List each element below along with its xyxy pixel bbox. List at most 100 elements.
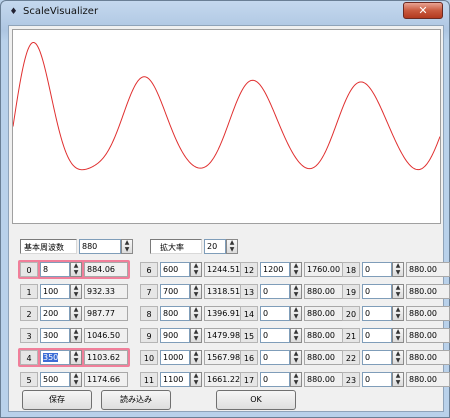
load-button[interactable]: 読み込み	[101, 390, 171, 410]
row-value-text: 0	[365, 287, 371, 296]
spin-down-icon[interactable]: ▼	[191, 314, 201, 320]
base-freq-spinner[interactable]: ▲ ▼	[121, 239, 133, 254]
row-value-spinner[interactable]: ▲ ▼	[70, 372, 82, 387]
spin-down-icon[interactable]: ▼	[291, 358, 301, 364]
row-value-spinner[interactable]: ▲ ▼	[392, 328, 404, 343]
row-value-input[interactable]: 800	[160, 306, 190, 321]
app-icon: ♦	[9, 7, 18, 17]
spin-down-icon[interactable]: ▼	[291, 270, 301, 276]
spin-down-icon[interactable]: ▼	[71, 358, 81, 364]
spin-down-icon[interactable]: ▼	[191, 270, 201, 276]
spin-down-icon[interactable]: ▼	[227, 247, 237, 253]
row-value-text: 0	[365, 309, 371, 318]
row-value-input[interactable]: 0	[362, 372, 392, 387]
row-index-label: 17	[240, 372, 258, 387]
row-value-input[interactable]: 500	[40, 372, 70, 387]
spin-down-icon[interactable]: ▼	[291, 380, 301, 386]
row-value-input[interactable]: 350	[40, 350, 70, 365]
row-value-spinner[interactable]: ▲ ▼	[70, 350, 82, 365]
row-index-label: 6	[140, 262, 158, 277]
row-index-label: 19	[342, 284, 360, 299]
spin-down-icon[interactable]: ▼	[393, 358, 403, 364]
row-value-spinner[interactable]: ▲ ▼	[290, 262, 302, 277]
ok-button[interactable]: OK	[216, 390, 296, 410]
row-value-input[interactable]: 0	[362, 284, 392, 299]
close-icon: ✕	[418, 4, 428, 17]
row-value-spinner[interactable]: ▲ ▼	[290, 372, 302, 387]
row-value-input[interactable]: 600	[160, 262, 190, 277]
row-value-spinner[interactable]: ▲ ▼	[190, 350, 202, 365]
spin-down-icon[interactable]: ▼	[393, 336, 403, 342]
row-value-input[interactable]: 1200	[260, 262, 290, 277]
spin-down-icon[interactable]: ▼	[393, 380, 403, 386]
row-value-spinner[interactable]: ▲ ▼	[190, 328, 202, 343]
row-value-input[interactable]: 700	[160, 284, 190, 299]
row-index-label: 18	[342, 262, 360, 277]
spin-down-icon[interactable]: ▼	[291, 292, 301, 298]
spin-down-icon[interactable]: ▼	[291, 336, 301, 342]
row-value-spinner[interactable]: ▲ ▼	[70, 284, 82, 299]
row-value-spinner[interactable]: ▲ ▼	[392, 284, 404, 299]
row-frequency: 1046.50	[84, 328, 128, 343]
row-value-text: 0	[365, 265, 371, 274]
row-value-input[interactable]: 0	[260, 372, 290, 387]
row-value-spinner[interactable]: ▲ ▼	[290, 306, 302, 321]
spin-down-icon[interactable]: ▼	[393, 292, 403, 298]
title-bar[interactable]: ♦ ScaleVisualizer ✕	[1, 1, 449, 25]
spin-down-icon[interactable]: ▼	[191, 292, 201, 298]
row-value-input[interactable]: 0	[260, 306, 290, 321]
row-value-input[interactable]: 0	[362, 306, 392, 321]
row-value-input[interactable]: 100	[40, 284, 70, 299]
row-value-spinner[interactable]: ▲ ▼	[190, 306, 202, 321]
row-value-spinner[interactable]: ▲ ▼	[190, 372, 202, 387]
spin-down-icon[interactable]: ▼	[71, 336, 81, 342]
row-value-spinner[interactable]: ▲ ▼	[392, 350, 404, 365]
row-value-spinner[interactable]: ▲ ▼	[190, 284, 202, 299]
row-value-input[interactable]: 300	[40, 328, 70, 343]
row-value-text: 100	[43, 287, 59, 296]
spin-down-icon[interactable]: ▼	[393, 314, 403, 320]
spin-down-icon[interactable]: ▼	[393, 270, 403, 276]
row-value-input[interactable]: 0	[362, 350, 392, 365]
row-value-spinner[interactable]: ▲ ▼	[392, 306, 404, 321]
base-freq-input[interactable]: 880	[79, 239, 121, 254]
row-value-spinner[interactable]: ▲ ▼	[70, 328, 82, 343]
row-value-input[interactable]: 900	[160, 328, 190, 343]
row-value-input[interactable]: 200	[40, 306, 70, 321]
row-value-input[interactable]: 1000	[160, 350, 190, 365]
row-value-text: 1200	[263, 265, 284, 274]
spin-down-icon[interactable]: ▼	[291, 314, 301, 320]
row-value-spinner[interactable]: ▲ ▼	[290, 328, 302, 343]
spin-down-icon[interactable]: ▼	[191, 336, 201, 342]
spin-down-icon[interactable]: ▼	[191, 380, 201, 386]
row-value-input[interactable]: 8	[40, 262, 70, 277]
row-value-spinner[interactable]: ▲ ▼	[290, 350, 302, 365]
row-value-spinner[interactable]: ▲ ▼	[290, 284, 302, 299]
row-value-spinner[interactable]: ▲ ▼	[70, 262, 82, 277]
zoom-spinner[interactable]: ▲ ▼	[226, 239, 238, 254]
app-window: ♦ ScaleVisualizer ✕ 基本周波数 880 ▲ ▼ 拡大率 20…	[0, 0, 450, 418]
row-value-input[interactable]: 0	[260, 284, 290, 299]
spin-down-icon[interactable]: ▼	[71, 380, 81, 386]
row-index-label: 2	[20, 306, 38, 321]
spin-down-icon[interactable]: ▼	[71, 292, 81, 298]
row-value-input[interactable]: 0	[260, 328, 290, 343]
spin-down-icon[interactable]: ▼	[191, 358, 201, 364]
row-value-text: 0	[365, 353, 371, 362]
close-button[interactable]: ✕	[403, 2, 443, 19]
save-button[interactable]: 保存	[22, 390, 92, 410]
row-value-spinner[interactable]: ▲ ▼	[392, 262, 404, 277]
row-value-input[interactable]: 0	[362, 262, 392, 277]
zoom-input[interactable]: 20	[204, 239, 226, 254]
row-value-spinner[interactable]: ▲ ▼	[190, 262, 202, 277]
row-value-spinner[interactable]: ▲ ▼	[392, 372, 404, 387]
row-index-label: 15	[240, 328, 258, 343]
row-value-spinner[interactable]: ▲ ▼	[70, 306, 82, 321]
row-value-input[interactable]: 0	[362, 328, 392, 343]
row-value-input[interactable]: 0	[260, 350, 290, 365]
spin-down-icon[interactable]: ▼	[122, 247, 132, 253]
row-value-text: 0	[263, 309, 269, 318]
spin-down-icon[interactable]: ▼	[71, 314, 81, 320]
spin-down-icon[interactable]: ▼	[71, 270, 81, 276]
row-value-input[interactable]: 1100	[160, 372, 190, 387]
